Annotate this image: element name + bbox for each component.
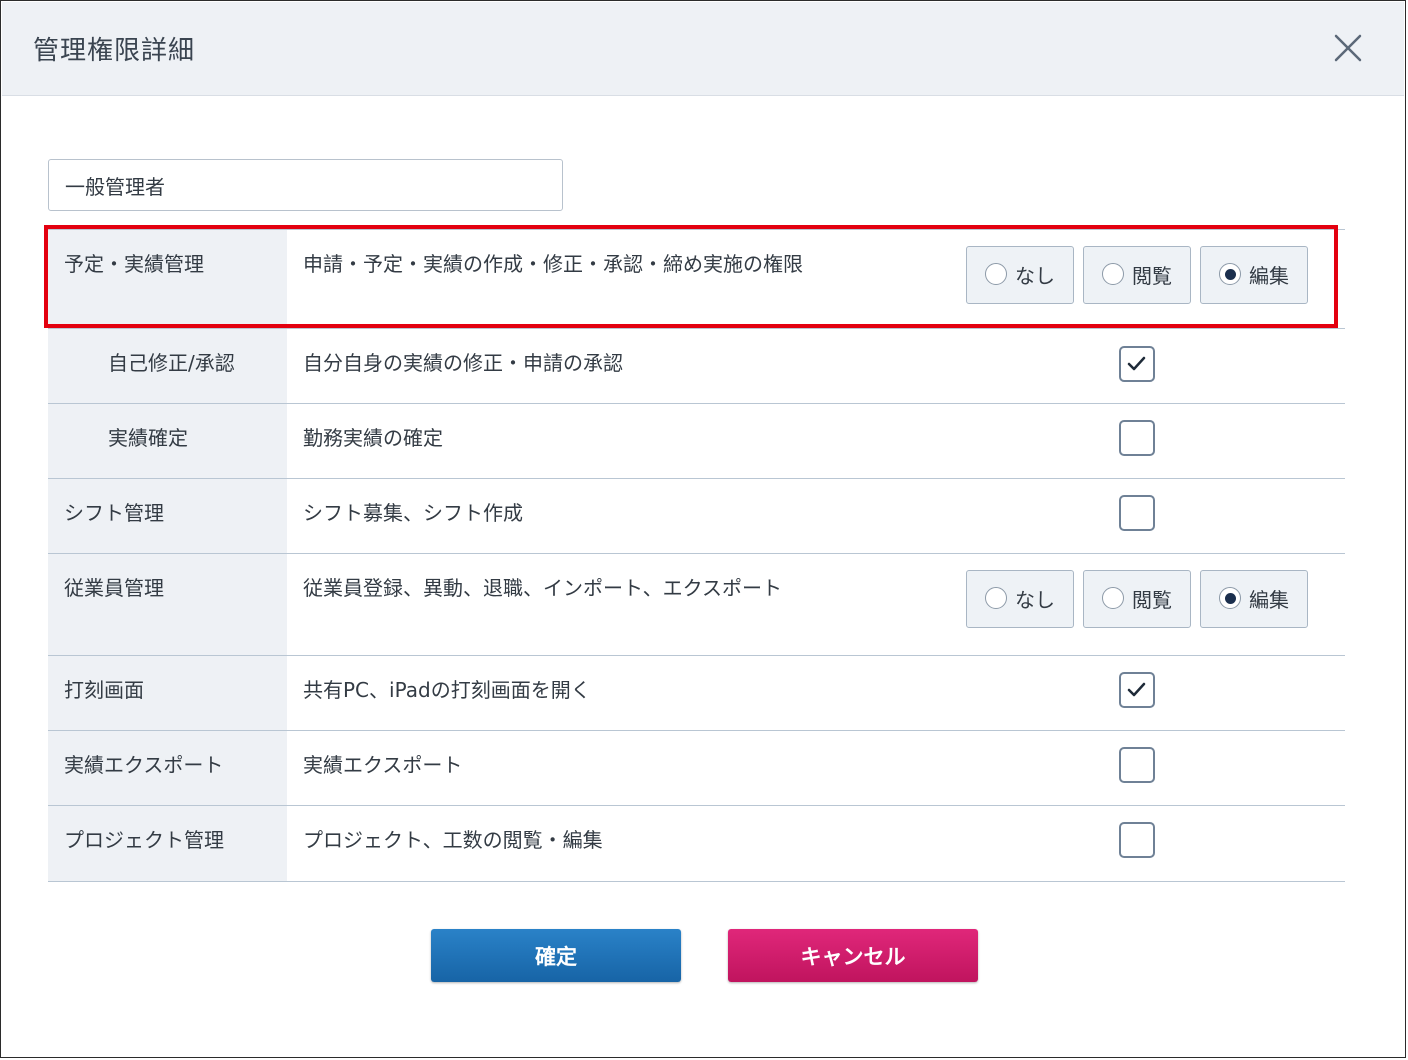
permission-description: プロジェクト、工数の閲覧・編集 <box>303 828 603 852</box>
radio-label: なし <box>1015 587 1055 612</box>
permission-label: 打刻画面 <box>48 656 287 730</box>
permission-checkbox[interactable] <box>1119 672 1155 708</box>
radio-circle-icon <box>1102 263 1124 285</box>
permission-label: 自己修正/承認 <box>48 329 287 403</box>
permission-row-schedule-results: 予定・実績管理 申請・予定・実績の作成・修正・承認・締め実施の権限 なし 閲覧 … <box>48 229 1345 329</box>
permission-row-results-export: 実績エクスポート 実績エクスポート <box>48 731 1345 806</box>
radio-view[interactable]: 閲覧 <box>1083 246 1191 304</box>
radio-view[interactable]: 閲覧 <box>1083 570 1191 628</box>
permission-label: 実績エクスポート <box>48 731 287 805</box>
check-icon <box>1127 682 1146 697</box>
access-level-radio-group: なし 閲覧 編集 <box>966 570 1308 628</box>
permission-row-self-correction: 自己修正/承認 自分自身の実績の修正・申請の承認 <box>48 329 1345 404</box>
dialog-title: 管理権限詳細 <box>33 36 196 66</box>
radio-label: 閲覧 <box>1132 587 1172 612</box>
permission-description: 勤務実績の確定 <box>303 426 443 450</box>
permission-label: 従業員管理 <box>48 554 287 655</box>
permission-description: シフト募集、シフト作成 <box>303 501 523 525</box>
permission-checkbox[interactable] <box>1119 747 1155 783</box>
radio-selected-icon <box>1219 263 1241 285</box>
radio-label: なし <box>1015 263 1055 288</box>
radio-edit[interactable]: 編集 <box>1200 246 1308 304</box>
radio-label: 編集 <box>1249 263 1289 288</box>
permission-checkbox[interactable] <box>1119 346 1155 382</box>
permission-checkbox[interactable] <box>1119 420 1155 456</box>
check-icon <box>1127 356 1146 371</box>
permission-description: 共有PC、iPadの打刻画面を開く <box>303 678 591 702</box>
permission-row-employee: 従業員管理 従業員登録、異動、退職、インポート、エクスポート なし 閲覧 編集 <box>48 554 1345 656</box>
permission-row-project: プロジェクト管理 プロジェクト、工数の閲覧・編集 <box>48 806 1345 882</box>
confirm-button[interactable]: 確定 <box>431 929 681 982</box>
radio-circle-icon <box>985 587 1007 609</box>
permission-row-shift: シフト管理 シフト募集、シフト作成 <box>48 479 1345 554</box>
permission-detail-dialog: 管理権限詳細 予定・実績管理 申請・予定・実績の作成・修正・承認・締め実施の権限… <box>0 0 1406 1058</box>
radio-none[interactable]: なし <box>966 246 1074 304</box>
permission-label: シフト管理 <box>48 479 287 553</box>
permission-label: 実績確定 <box>48 404 287 478</box>
radio-circle-icon <box>985 263 1007 285</box>
permission-description: 自分自身の実績の修正・申請の承認 <box>303 351 623 375</box>
radio-selected-icon <box>1219 587 1241 609</box>
permissions-table: 予定・実績管理 申請・予定・実績の作成・修正・承認・締め実施の権限 なし 閲覧 … <box>48 229 1345 882</box>
permission-checkbox[interactable] <box>1119 822 1155 858</box>
dialog-header: 管理権限詳細 <box>2 2 1404 96</box>
cancel-button[interactable]: キャンセル <box>728 929 978 982</box>
permission-description: 実績エクスポート <box>303 753 463 777</box>
radio-edit[interactable]: 編集 <box>1200 570 1308 628</box>
radio-label: 閲覧 <box>1132 263 1172 288</box>
permission-label: 予定・実績管理 <box>48 230 287 328</box>
permission-row-results-confirm: 実績確定 勤務実績の確定 <box>48 404 1345 479</box>
role-name-input[interactable] <box>48 159 563 211</box>
radio-circle-icon <box>1102 587 1124 609</box>
access-level-radio-group: なし 閲覧 編集 <box>966 246 1308 304</box>
radio-none[interactable]: なし <box>966 570 1074 628</box>
permission-checkbox[interactable] <box>1119 495 1155 531</box>
permission-label: プロジェクト管理 <box>48 806 287 881</box>
radio-label: 編集 <box>1249 587 1289 612</box>
close-icon[interactable] <box>1330 30 1366 66</box>
permission-row-punch-screen: 打刻画面 共有PC、iPadの打刻画面を開く <box>48 656 1345 731</box>
